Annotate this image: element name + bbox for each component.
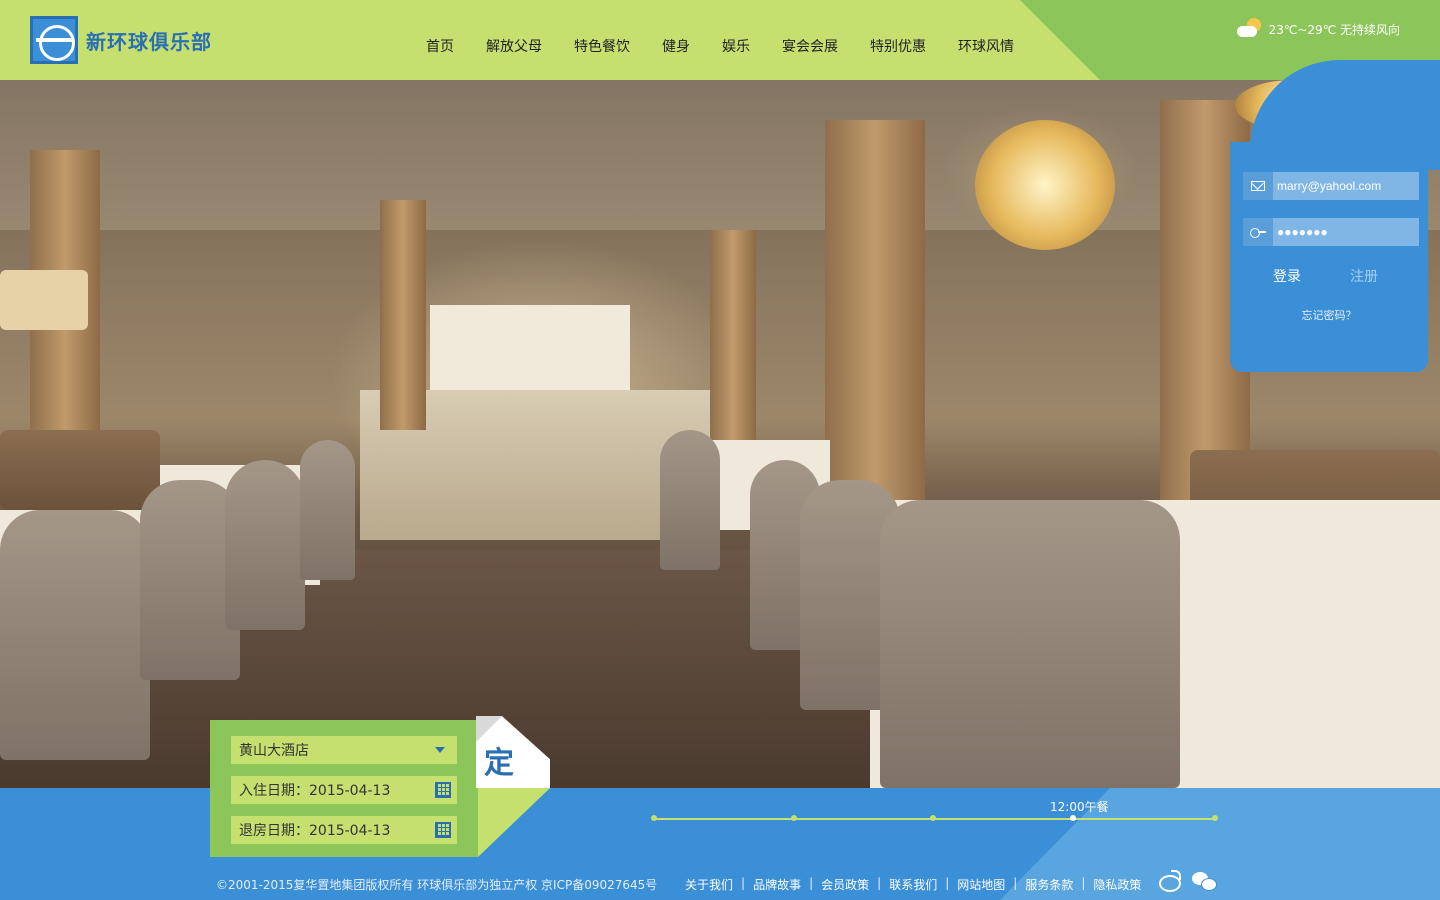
login-panel: 登录 注册 忘记密码？ xyxy=(1230,142,1428,372)
timeline-dot[interactable] xyxy=(791,815,797,821)
key-icon xyxy=(1243,218,1273,246)
footer-links: 关于我们 | 品牌故事 | 会员政策 | 联系我们 | 网站地图 | 服务条款 | 隐私政策 xyxy=(685,876,1142,893)
login-button[interactable]: 登录 xyxy=(1273,266,1301,286)
calendar-icon[interactable] xyxy=(435,782,451,798)
wechat-icon[interactable] xyxy=(1192,870,1217,891)
nav-global[interactable]: 环球风情 xyxy=(942,36,1030,56)
footer-link-sitemap[interactable]: 网站地图 xyxy=(957,876,1005,893)
timeline-dot[interactable] xyxy=(651,815,657,821)
password-input[interactable] xyxy=(1273,225,1413,239)
main-nav: 首页 解放父母 特色餐饮 健身 娱乐 宴会会展 特别优惠 环球风情 xyxy=(410,36,1030,56)
checkout-date-field[interactable]: 退房日期：2015-04-13 xyxy=(231,816,457,844)
book-button[interactable]: 定 xyxy=(476,716,550,788)
booking-widget: 黄山大酒店 入住日期：2015-04-13 退房日期：2015-04-13 xyxy=(210,720,478,857)
footer-link-brand-story[interactable]: 品牌故事 xyxy=(753,876,801,893)
mail-icon xyxy=(1243,172,1273,200)
logo-text: 新环球俱乐部 xyxy=(86,29,212,54)
footer-link-about[interactable]: 关于我们 xyxy=(685,876,733,893)
logo[interactable]: 新环球俱乐部 xyxy=(30,16,212,64)
nav-parents[interactable]: 解放父母 xyxy=(470,36,558,56)
weather-widget: 23℃~29℃ 无持续风向 xyxy=(1236,18,1400,40)
email-input[interactable] xyxy=(1273,179,1413,193)
nav-dining[interactable]: 特色餐饮 xyxy=(558,36,646,56)
timeline-dot[interactable] xyxy=(930,815,936,821)
footer-link-contact[interactable]: 联系我们 xyxy=(889,876,937,893)
password-field xyxy=(1243,218,1419,246)
hero-restaurant-image xyxy=(0,80,1440,788)
copyright-text: ©2001-2015复华置地集团版权所有 环球俱乐部为独立产权 京ICP备090… xyxy=(216,878,658,892)
weather-cloud-sun-icon xyxy=(1236,18,1263,40)
hotel-select-value: 黄山大酒店 xyxy=(239,743,309,759)
nav-offers[interactable]: 特别优惠 xyxy=(854,36,942,56)
calendar-icon[interactable] xyxy=(435,822,451,838)
dropdown-icon xyxy=(435,747,445,753)
checkout-date-value: 退房日期：2015-04-13 xyxy=(239,823,391,839)
footer-link-privacy[interactable]: 隐私政策 xyxy=(1093,876,1141,893)
book-button-label: 定 xyxy=(484,746,514,781)
timeline-dot-active[interactable] xyxy=(1070,815,1076,821)
register-button[interactable]: 注册 xyxy=(1350,266,1378,286)
hotel-select[interactable]: 黄山大酒店 xyxy=(231,736,457,764)
nav-entertainment[interactable]: 娱乐 xyxy=(706,36,766,56)
email-field xyxy=(1243,172,1419,200)
checkin-date-field[interactable]: 入住日期：2015-04-13 xyxy=(231,776,457,804)
header: 新环球俱乐部 首页 解放父母 特色餐饮 健身 娱乐 宴会会展 特别优惠 环球风情… xyxy=(0,0,1440,80)
footer-link-member-policy[interactable]: 会员政策 xyxy=(821,876,869,893)
nav-banquet[interactable]: 宴会会展 xyxy=(766,36,854,56)
weibo-icon[interactable] xyxy=(1157,870,1181,892)
timeline-dot[interactable] xyxy=(1212,815,1218,821)
checkin-date-value: 入住日期：2015-04-13 xyxy=(239,783,391,799)
timeline-label: 12:00午餐 xyxy=(1050,800,1109,814)
forgot-password-link[interactable]: 忘记密码？ xyxy=(1230,307,1428,323)
logo-globe-icon xyxy=(30,16,78,64)
nav-fitness[interactable]: 健身 xyxy=(646,36,706,56)
nav-home[interactable]: 首页 xyxy=(410,36,470,56)
weather-text: 23℃~29℃ 无持续风向 xyxy=(1268,22,1400,37)
footer-link-terms[interactable]: 服务条款 xyxy=(1025,876,1073,893)
